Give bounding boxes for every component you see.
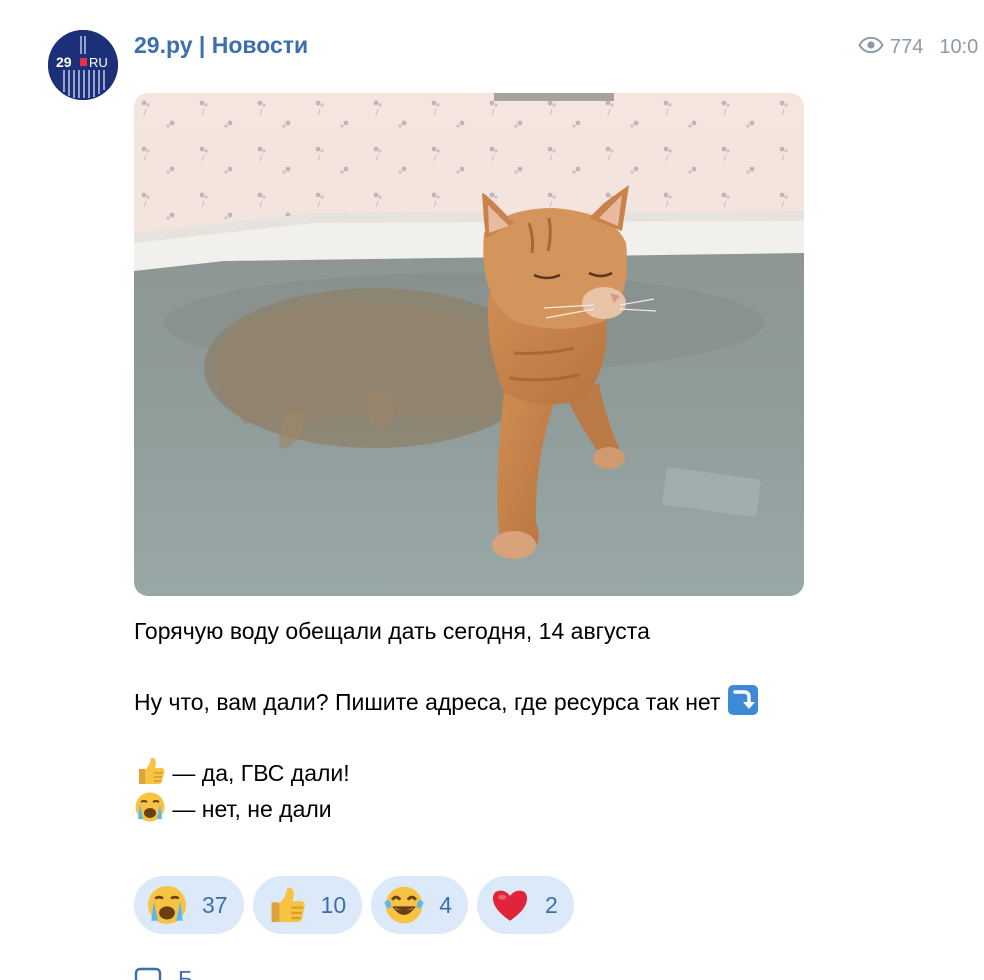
post-line-4-text: — нет, не дали — [172, 796, 332, 822]
reaction-count: 37 — [202, 891, 228, 918]
post-line-1: Горячую воду обещали дать сегодня, 14 ав… — [134, 618, 650, 644]
channel-avatar[interactable]: 29 RU — [48, 30, 118, 100]
channel-name[interactable]: 29.ру | Новости — [134, 32, 308, 59]
reaction-count: 2 — [544, 891, 558, 918]
crying-face-icon — [134, 791, 166, 823]
comments-button[interactable]: Б — [134, 966, 193, 980]
avatar-text-right: RU — [89, 55, 108, 70]
comment-icon — [134, 966, 164, 980]
post-line-4: — нет, не дали — [134, 791, 814, 827]
post-line-3-text: — да, ГВС дали! — [172, 760, 350, 786]
comments-label: Б — [178, 966, 194, 980]
reaction-tears-of-joy[interactable]: 4 — [371, 876, 468, 934]
channel-post: 29 RU 29.ру | Новости 774 10:0 Горячую в… — [0, 0, 984, 980]
avatar-text-left: 29 — [56, 54, 72, 70]
post-time: 10:0 — [939, 35, 979, 58]
eye-icon — [858, 36, 884, 59]
tears-of-joy-icon — [383, 884, 425, 926]
post-line-2: Ну что, вам дали? Пишите адреса, где рес… — [134, 684, 814, 720]
crying-face-icon — [146, 884, 188, 926]
post-meta: 774 10:0 — [858, 34, 978, 60]
thumbs-up-icon — [134, 755, 166, 787]
post-photo[interactable] — [134, 93, 804, 596]
post-line-3: — да, ГВС дали! — [134, 755, 814, 791]
arrow-down-icon — [727, 684, 759, 716]
post-line-2-text: Ну что, вам дали? Пишите адреса, где рес… — [134, 689, 721, 715]
reaction-thumbs-up[interactable]: 10 — [252, 876, 363, 934]
reaction-crying-face[interactable]: 37 — [134, 876, 244, 934]
reactions-bar: 37 10 4 2 — [134, 876, 574, 934]
post-text: Горячую воду обещали дать сегодня, 14 ав… — [134, 614, 814, 827]
thumbs-up-icon — [265, 884, 307, 926]
view-count: 774 — [890, 35, 924, 58]
reaction-count: 4 — [439, 891, 452, 918]
reaction-count: 10 — [320, 891, 347, 918]
red-heart-icon — [489, 884, 531, 926]
reaction-red-heart[interactable]: 2 — [476, 876, 574, 934]
